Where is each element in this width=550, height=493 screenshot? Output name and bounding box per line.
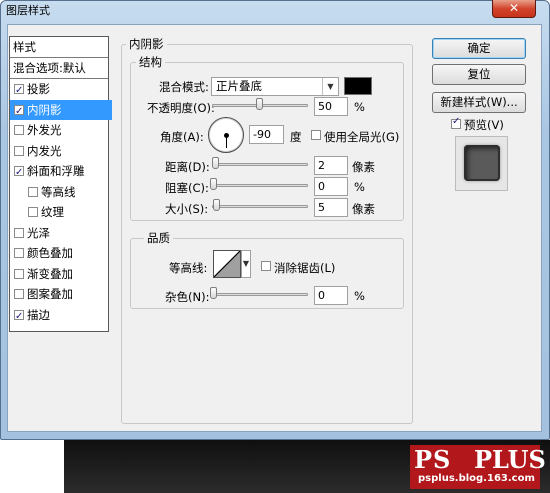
style-item[interactable]: 内阴影 bbox=[10, 99, 112, 122]
blend-mode-label: 混合模式: bbox=[159, 80, 209, 94]
checkbox-icon[interactable] bbox=[28, 207, 38, 217]
watermark-brand-ps: PS bbox=[414, 445, 452, 474]
style-item[interactable]: 等高线 bbox=[10, 182, 126, 202]
choke-label: 阻塞(C): bbox=[165, 181, 209, 195]
quality-title: 品质 bbox=[144, 230, 173, 246]
size-slider-track[interactable] bbox=[212, 205, 308, 208]
preview-thumbnail bbox=[455, 136, 508, 191]
contour-linear-icon bbox=[214, 251, 240, 277]
distance-label: 距离(D): bbox=[165, 160, 210, 174]
checkbox-icon[interactable] bbox=[14, 102, 24, 122]
preview-label: 预览(V) bbox=[464, 118, 504, 132]
checkbox-icon[interactable] bbox=[14, 163, 24, 183]
blending-options-item[interactable]: 混合选项:默认 bbox=[10, 58, 111, 78]
style-item-label: 图案叠加 bbox=[27, 287, 73, 301]
checkbox-icon[interactable] bbox=[14, 307, 24, 327]
checkbox-icon bbox=[451, 116, 461, 129]
checkbox-icon[interactable] bbox=[14, 268, 24, 279]
style-item-label: 纹理 bbox=[41, 205, 64, 219]
noise-unit: % bbox=[354, 289, 365, 303]
structure-title: 结构 bbox=[136, 54, 165, 70]
style-item-label: 光泽 bbox=[27, 225, 50, 240]
global-light-label: 使用全局光(G) bbox=[324, 130, 400, 144]
noise-label: 杂色(N): bbox=[165, 290, 210, 304]
reset-button[interactable]: 复位 bbox=[432, 64, 526, 85]
checkbox-icon[interactable] bbox=[28, 186, 38, 197]
style-item[interactable]: 颜色叠加 bbox=[10, 243, 112, 263]
angle-unit: 度 bbox=[290, 130, 302, 144]
contour-label: 等高线: bbox=[169, 261, 208, 275]
preview-swatch bbox=[464, 145, 500, 181]
new-style-button[interactable]: 新建样式(W)... bbox=[432, 92, 526, 113]
style-item-label: 投影 bbox=[27, 82, 50, 96]
checkbox-icon[interactable] bbox=[14, 125, 24, 135]
opacity-input[interactable]: 50 bbox=[314, 97, 348, 116]
ok-button[interactable]: 确定 bbox=[432, 38, 526, 59]
style-item[interactable]: 描边 bbox=[10, 305, 112, 327]
checkbox-icon[interactable] bbox=[14, 81, 24, 101]
choke-unit: % bbox=[354, 180, 365, 194]
anti-alias-label: 消除锯齿(L) bbox=[274, 261, 336, 275]
opacity-label: 不透明度(O): bbox=[147, 101, 215, 115]
choke-slider-track[interactable] bbox=[212, 184, 308, 187]
size-unit: 像素 bbox=[352, 202, 375, 216]
style-item-label: 内发光 bbox=[27, 143, 62, 158]
style-item-label: 斜面和浮雕 bbox=[27, 164, 85, 178]
angle-dial-center bbox=[224, 133, 229, 138]
size-label: 大小(S): bbox=[165, 202, 209, 216]
contour-picker[interactable] bbox=[213, 250, 241, 278]
checkbox-icon[interactable] bbox=[14, 289, 24, 299]
choke-input[interactable]: 0 bbox=[314, 177, 348, 196]
close-button[interactable]: ✕ bbox=[492, 0, 536, 18]
choke-slider-thumb[interactable] bbox=[210, 178, 217, 190]
window-title: 图层样式 bbox=[6, 4, 50, 17]
style-item[interactable]: 斜面和浮雕 bbox=[10, 161, 112, 183]
style-item[interactable]: 光泽 bbox=[10, 223, 112, 243]
inner-shadow-title: 内阴影 bbox=[126, 36, 167, 52]
checkbox-icon bbox=[311, 130, 321, 140]
style-item-label: 描边 bbox=[27, 307, 50, 322]
contour-chevron-down-icon[interactable]: ▼ bbox=[241, 250, 251, 278]
style-item-label: 渐变叠加 bbox=[27, 266, 73, 281]
checkbox-icon[interactable] bbox=[14, 145, 24, 156]
checkbox-icon bbox=[261, 261, 271, 271]
blend-color-swatch[interactable] bbox=[344, 77, 372, 95]
distance-unit: 像素 bbox=[352, 160, 375, 174]
blend-mode-select[interactable]: 正片叠底 bbox=[211, 77, 339, 96]
style-item[interactable]: 渐变叠加 bbox=[10, 264, 112, 284]
noise-slider-track[interactable] bbox=[212, 293, 308, 296]
angle-input[interactable]: -90 bbox=[249, 125, 284, 144]
opacity-unit: % bbox=[354, 100, 365, 114]
angle-label: 角度(A): bbox=[160, 130, 204, 144]
checkbox-icon[interactable] bbox=[14, 227, 24, 238]
chevron-down-icon[interactable]: ▼ bbox=[322, 78, 338, 95]
watermark-url: psplus.blog.163.com bbox=[418, 473, 535, 484]
style-item[interactable]: 图案叠加 bbox=[10, 284, 112, 304]
styles-list: 样式 混合选项:默认 投影内阴影外发光内发光斜面和浮雕等高线纹理光泽颜色叠加渐变… bbox=[9, 36, 112, 332]
noise-slider-thumb[interactable] bbox=[210, 287, 217, 299]
preview-checkbox[interactable] bbox=[451, 116, 464, 131]
anti-alias-checkbox[interactable] bbox=[261, 260, 274, 273]
distance-input[interactable]: 2 bbox=[314, 156, 348, 175]
size-slider-thumb[interactable] bbox=[213, 199, 220, 211]
distance-slider-thumb[interactable] bbox=[212, 157, 219, 169]
style-item[interactable]: 纹理 bbox=[10, 202, 126, 222]
noise-input[interactable]: 0 bbox=[314, 286, 348, 305]
style-item[interactable]: 外发光 bbox=[10, 120, 112, 140]
checkbox-icon[interactable] bbox=[14, 248, 24, 258]
blend-mode-value: 正片叠底 bbox=[216, 79, 262, 93]
style-item-label: 等高线 bbox=[41, 184, 76, 199]
angle-dial[interactable] bbox=[208, 117, 244, 153]
distance-slider-track[interactable] bbox=[212, 163, 308, 166]
style-item[interactable]: 内发光 bbox=[10, 141, 112, 161]
style-item-label: 颜色叠加 bbox=[27, 246, 73, 260]
opacity-slider-thumb[interactable] bbox=[256, 98, 263, 110]
styles-list-header[interactable]: 样式 bbox=[10, 37, 111, 57]
style-item-label: 外发光 bbox=[27, 123, 62, 137]
global-light-checkbox[interactable] bbox=[311, 129, 324, 142]
style-item-label: 内阴影 bbox=[27, 102, 62, 117]
size-input[interactable]: 5 bbox=[314, 198, 348, 217]
style-item[interactable]: 投影 bbox=[10, 79, 112, 101]
watermark-brand-plus: PLUS bbox=[474, 445, 546, 474]
